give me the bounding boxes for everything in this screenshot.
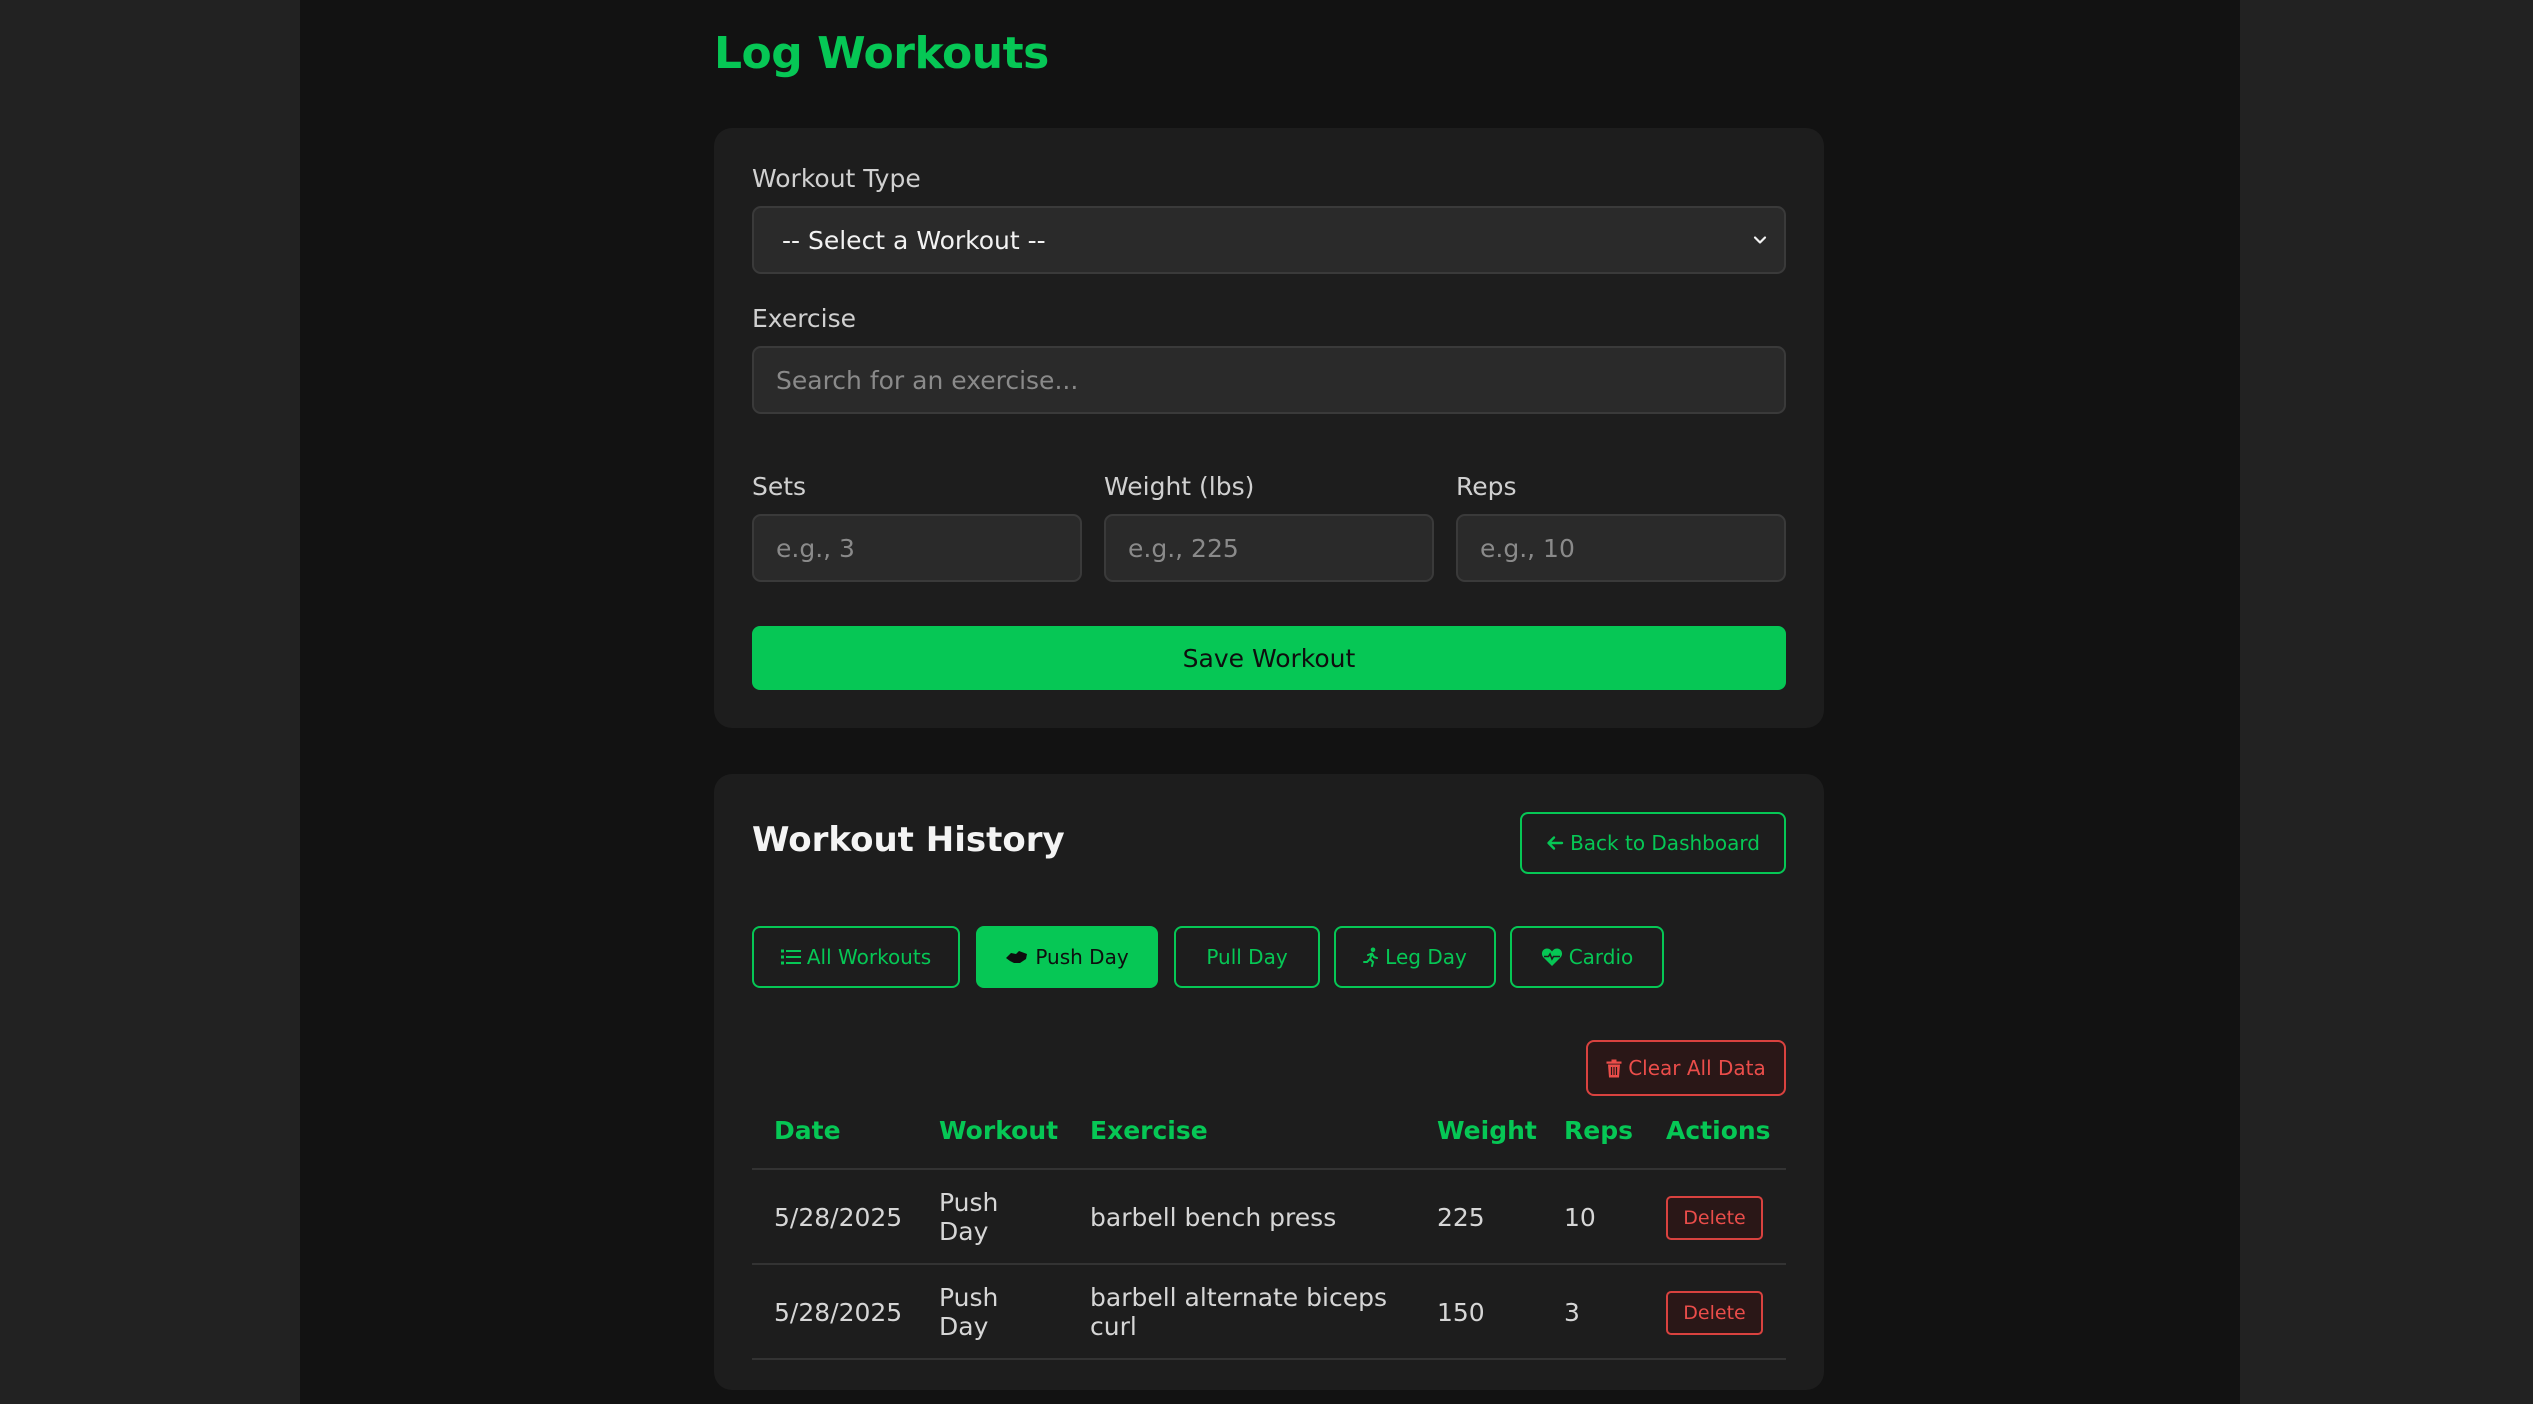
heart-pulse-icon [1541, 948, 1562, 966]
cell-date: 5/28/2025 [774, 1298, 903, 1327]
cell-workout-line: Day [939, 1217, 989, 1246]
cell-weight: 150 [1437, 1298, 1485, 1327]
reps-placeholder: e.g., 10 [1480, 533, 1575, 563]
sets-placeholder: e.g., 3 [776, 533, 855, 563]
delete-button[interactable]: Delete [1666, 1291, 1763, 1335]
cell-exercise-line: barbell alternate biceps [1090, 1283, 1387, 1312]
filter-leg-day[interactable]: Leg Day [1334, 926, 1496, 988]
filter-cardio[interactable]: Cardio [1510, 926, 1664, 988]
column-header-workout: Workout [939, 1116, 1059, 1145]
cell-workout-line: Push [939, 1188, 999, 1217]
filter-all-workouts[interactable]: All Workouts [752, 926, 960, 988]
cell-reps: 3 [1564, 1298, 1580, 1327]
table-row: 5/28/2025 Push Day barbell bench press 2… [752, 1170, 1786, 1265]
workout-history-table: Date Workout Exercise Weight Reps Action… [752, 1100, 1786, 1360]
page-background: Log Workouts Workout Type -- Select a Wo… [300, 0, 2240, 1404]
cell-reps: 10 [1564, 1203, 1596, 1232]
workout-type-selected-value: -- Select a Workout -- [782, 225, 1046, 255]
exercise-label: Exercise [752, 304, 857, 333]
workout-history-title: Workout History [752, 820, 1065, 860]
hands-icon [1006, 951, 1028, 963]
save-workout-button[interactable]: Save Workout [752, 626, 1786, 690]
exercise-search-input[interactable]: Search for an exercise... [752, 346, 1786, 414]
cell-exercise-line: curl [1090, 1312, 1137, 1341]
cell-workout-line: Push [939, 1283, 999, 1312]
cell-weight: 225 [1437, 1203, 1485, 1232]
sets-label: Sets [752, 472, 807, 501]
table-header-row: Date Workout Exercise Weight Reps Action… [752, 1100, 1786, 1170]
clear-all-data-button[interactable]: Clear All Data [1586, 1040, 1786, 1096]
column-header-date: Date [774, 1116, 841, 1145]
exercise-search-placeholder: Search for an exercise... [776, 365, 1079, 395]
filter-leg-day-label: Leg Day [1385, 945, 1467, 969]
cell-date: 5/28/2025 [774, 1203, 903, 1232]
running-icon [1363, 947, 1379, 967]
filter-pull-day-label: Pull Day [1206, 945, 1288, 969]
column-header-exercise: Exercise [1090, 1116, 1208, 1145]
back-to-dashboard-button[interactable]: Back to Dashboard [1520, 812, 1786, 874]
filter-all-workouts-label: All Workouts [806, 945, 932, 969]
weight-input[interactable]: e.g., 225 [1104, 514, 1434, 582]
page-title: Log Workouts [714, 28, 1049, 79]
workout-history-card: Workout History Back to Dashboard All Wo… [714, 774, 1824, 1390]
workout-type-label: Workout Type [752, 164, 921, 193]
cell-workout: Push Day [939, 1188, 998, 1246]
workout-type-select[interactable]: -- Select a Workout -- [752, 206, 1786, 274]
list-icon [780, 949, 801, 965]
column-header-weight: Weight [1437, 1116, 1537, 1145]
weight-label: Weight (lbs) [1104, 472, 1255, 501]
cell-workout: Push Day [939, 1283, 998, 1341]
back-to-dashboard-label: Back to Dashboard [1570, 831, 1760, 855]
trash-icon [1606, 1059, 1622, 1077]
cell-exercise: barbell alternate biceps curl [1090, 1283, 1387, 1341]
filter-push-day-label: Push Day [1035, 945, 1129, 969]
reps-label: Reps [1456, 472, 1517, 501]
chevron-down-icon [1753, 236, 1767, 244]
delete-button[interactable]: Delete [1666, 1196, 1763, 1240]
column-header-actions: Actions [1666, 1116, 1771, 1145]
clear-all-data-label: Clear All Data [1628, 1056, 1766, 1080]
table-row: 5/28/2025 Push Day barbell alternate bic… [752, 1265, 1786, 1360]
sets-input[interactable]: e.g., 3 [752, 514, 1082, 582]
filter-cardio-label: Cardio [1568, 945, 1634, 969]
cell-exercise: barbell bench press [1090, 1203, 1337, 1232]
arrow-left-icon [1547, 836, 1564, 850]
cell-workout-line: Day [939, 1312, 989, 1341]
filter-push-day[interactable]: Push Day [976, 926, 1158, 988]
column-header-reps: Reps [1564, 1116, 1633, 1145]
weight-placeholder: e.g., 225 [1128, 533, 1239, 563]
reps-input[interactable]: e.g., 10 [1456, 514, 1786, 582]
workout-form-card: Workout Type -- Select a Workout -- Exer… [714, 128, 1824, 728]
filter-pull-day[interactable]: Pull Day [1174, 926, 1320, 988]
